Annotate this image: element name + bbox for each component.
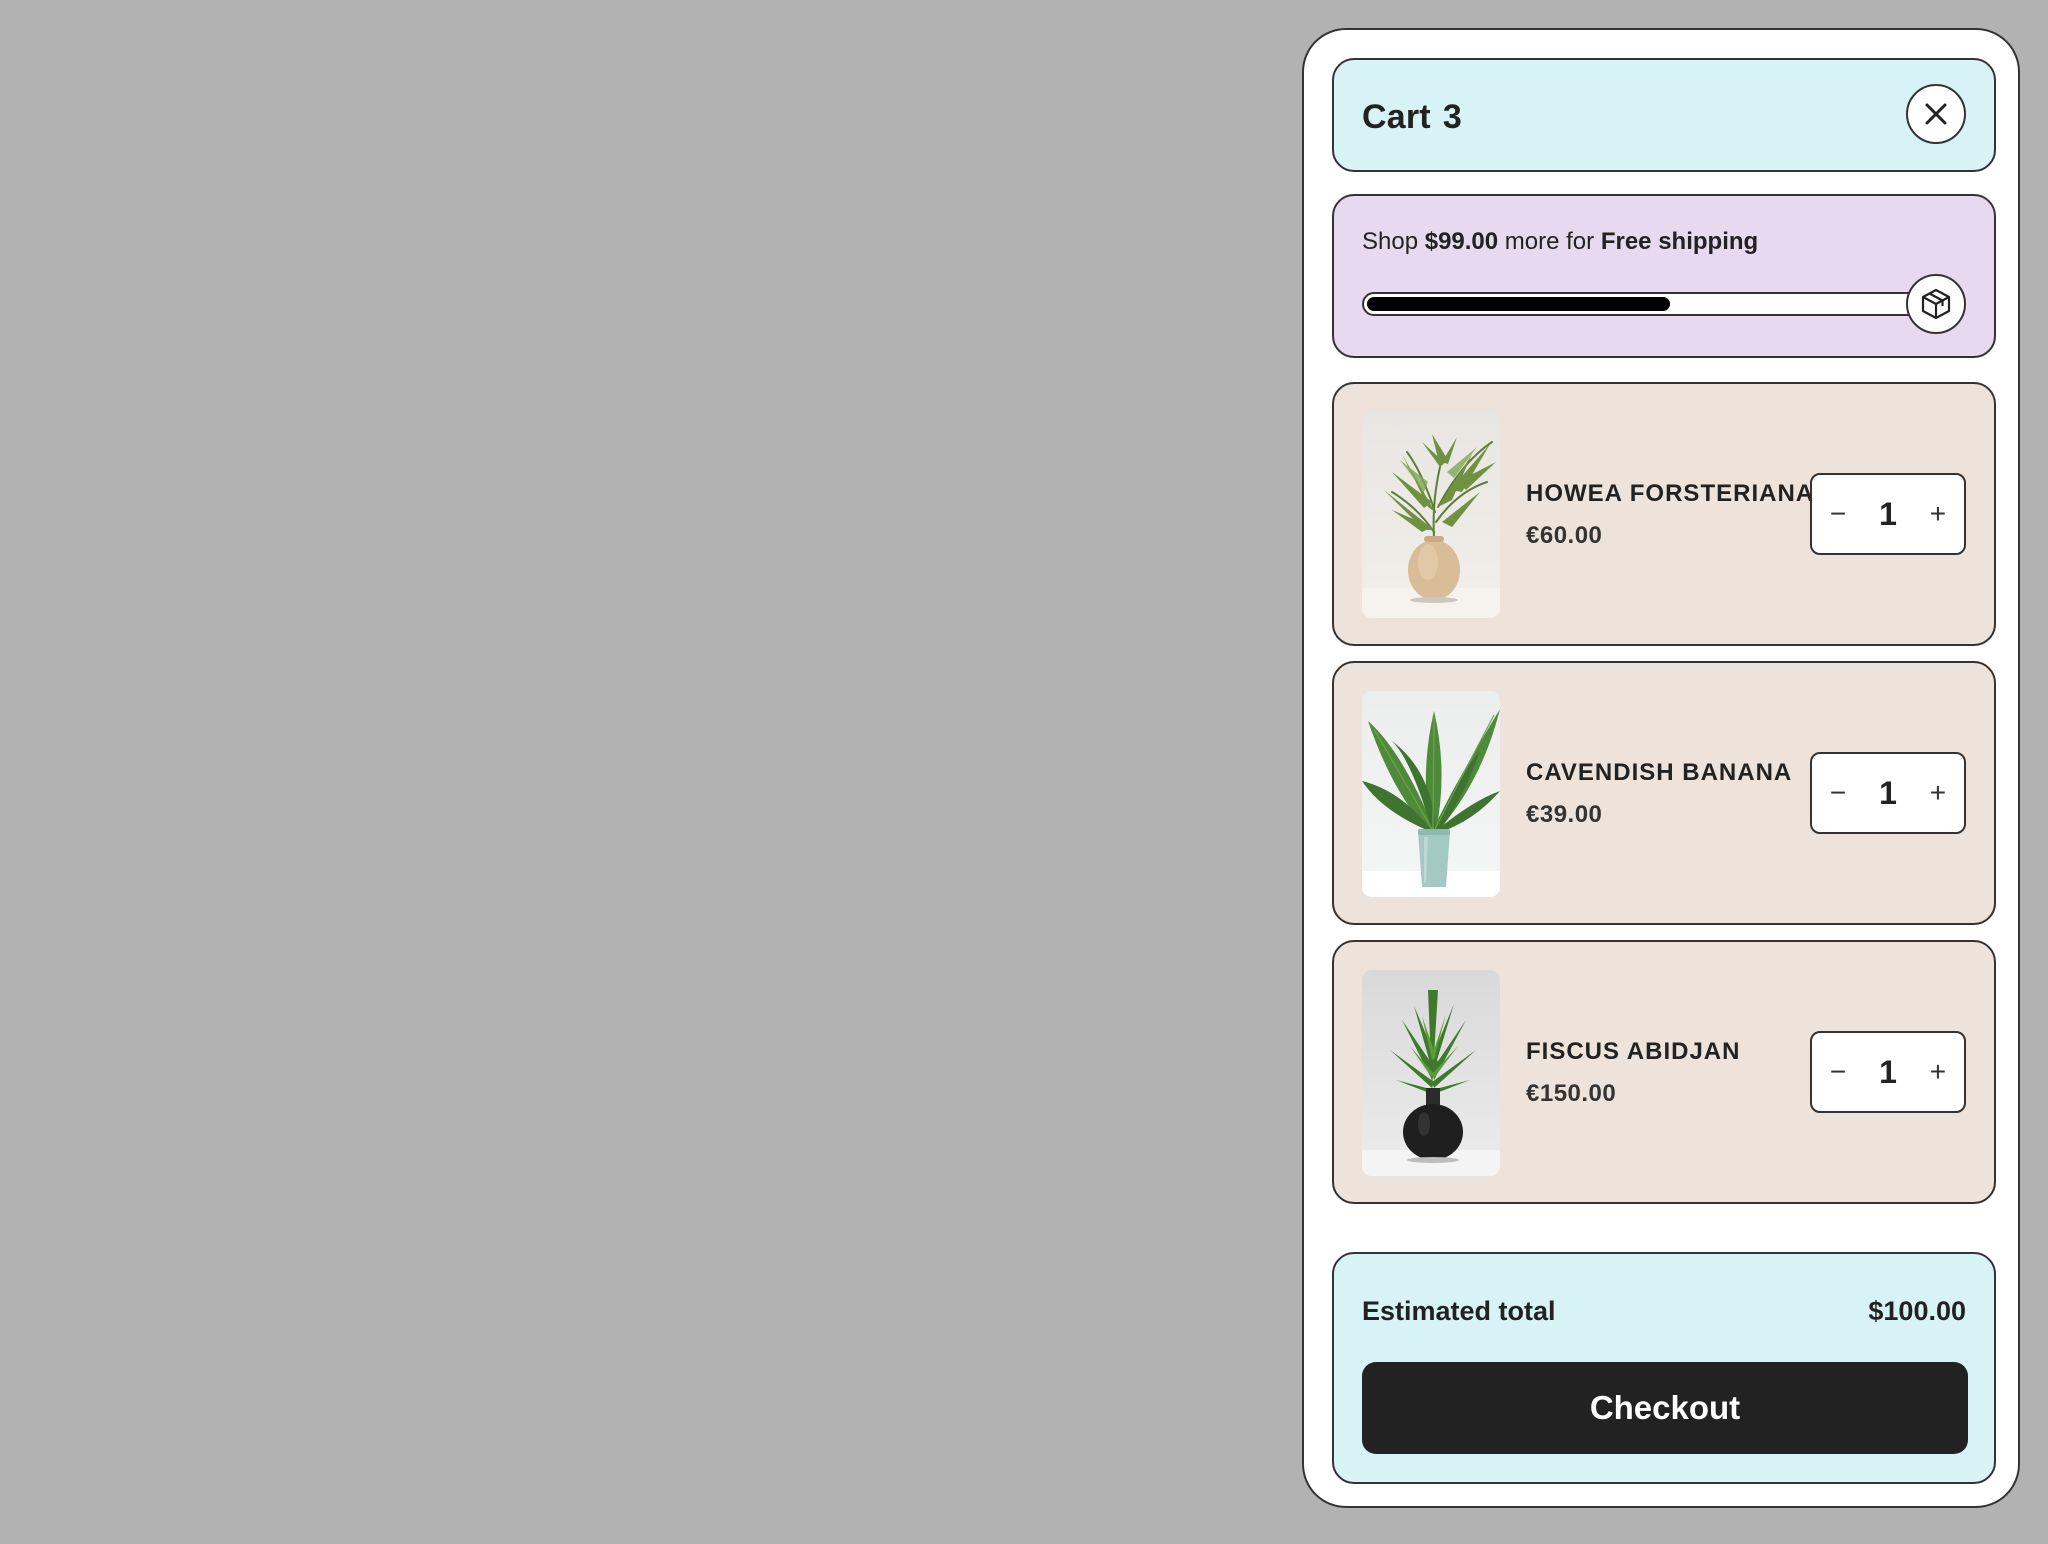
estimated-total-value: $100.00	[1868, 1296, 1966, 1326]
cart-item: CAVENDISH BANANA €39.00 − 1 +	[1332, 661, 1996, 925]
item-price: €60.00	[1526, 522, 1603, 549]
shipping-middle: more for	[1498, 228, 1601, 255]
estimated-total-label: Estimated total	[1362, 1296, 1556, 1326]
cart-header: Cart 3	[1332, 58, 1996, 172]
quantity-stepper: − 1 +	[1810, 752, 1966, 834]
cart-title: Cart 3	[1362, 98, 1462, 137]
box-icon	[1921, 288, 1951, 320]
quantity-stepper: − 1 +	[1810, 1031, 1966, 1113]
shipping-box-badge	[1906, 274, 1966, 334]
increase-quantity-button[interactable]: +	[1912, 1033, 1964, 1111]
item-name[interactable]: HOWEA FORSTERIANA	[1526, 480, 1814, 508]
close-button[interactable]	[1906, 84, 1966, 144]
shipping-progress-fill	[1367, 297, 1670, 311]
cart-item: FISCUS ABIDJAN €150.00 − 1 +	[1332, 940, 1996, 1204]
item-price: €39.00	[1526, 801, 1603, 828]
item-price: €150.00	[1526, 1080, 1617, 1107]
item-name[interactable]: FISCUS ABIDJAN	[1526, 1038, 1740, 1066]
increase-quantity-button[interactable]: +	[1912, 475, 1964, 553]
shipping-label: Free shipping	[1600, 228, 1759, 255]
item-info: CAVENDISH BANANA €39.00	[1526, 759, 1792, 829]
product-image-ficus[interactable]	[1362, 970, 1500, 1176]
quantity-value[interactable]: 1	[1879, 1054, 1897, 1091]
product-image-banana[interactable]	[1362, 691, 1500, 897]
shipping-prefix: Shop	[1362, 228, 1425, 255]
cart-summary: Estimated total $100.00 Checkout	[1332, 1252, 1996, 1484]
item-info: FISCUS ABIDJAN €150.00	[1526, 1038, 1740, 1108]
cart-drawer: Cart 3 Shop $99.00 more for Free shipping	[1302, 28, 2020, 1508]
free-shipping-banner: Shop $99.00 more for Free shipping	[1332, 194, 1996, 358]
item-name[interactable]: CAVENDISH BANANA	[1526, 759, 1792, 787]
product-image-howea[interactable]	[1362, 412, 1500, 618]
free-shipping-message: Shop $99.00 more for Free shipping	[1362, 228, 1758, 256]
checkout-button[interactable]: Checkout	[1362, 1362, 1968, 1454]
cart-title-label: Cart	[1362, 98, 1431, 136]
quantity-value[interactable]: 1	[1879, 775, 1897, 812]
shipping-amount: $99.00	[1424, 228, 1499, 255]
increase-quantity-button[interactable]: +	[1912, 754, 1964, 832]
item-info: HOWEA FORSTERIANA €60.00	[1526, 480, 1814, 550]
close-icon	[1925, 103, 1947, 125]
cart-item: HOWEA FORSTERIANA €60.00 − 1 +	[1332, 382, 1996, 646]
quantity-value[interactable]: 1	[1879, 496, 1897, 533]
cart-count: 3	[1442, 98, 1462, 136]
shipping-progress-bar	[1362, 292, 1922, 316]
quantity-stepper: − 1 +	[1810, 473, 1966, 555]
decrease-quantity-button[interactable]: −	[1812, 475, 1864, 553]
decrease-quantity-button[interactable]: −	[1812, 1033, 1864, 1111]
decrease-quantity-button[interactable]: −	[1812, 754, 1864, 832]
